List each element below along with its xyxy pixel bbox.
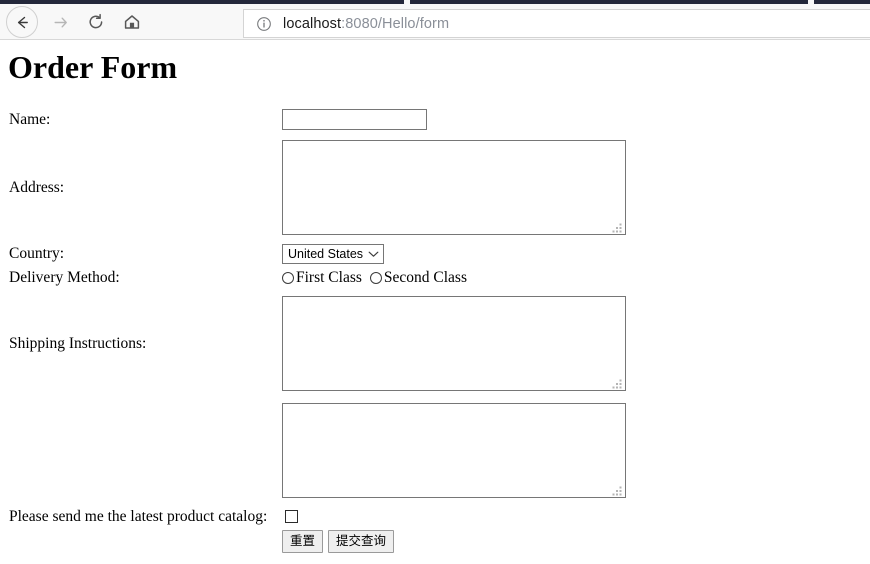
- home-icon: [123, 13, 141, 31]
- arrow-right-icon: [52, 14, 69, 31]
- form-row-extra: [0, 397, 870, 504]
- form-row-name: Name:: [0, 105, 870, 134]
- label-buttons-spacer: [0, 529, 282, 554]
- address-textarea-wrapper: [282, 140, 626, 235]
- radio-first-class[interactable]: First Class: [282, 269, 362, 287]
- navigation-controls: [6, 4, 150, 40]
- address-bar[interactable]: localhost:8080/Hello/form: [243, 9, 870, 38]
- reload-icon: [87, 13, 105, 31]
- field-name: [282, 105, 870, 134]
- form-row-delivery: Delivery Method: First Class Second Clas…: [0, 266, 870, 290]
- extra-textarea-wrapper: [282, 403, 626, 498]
- form-row-country: Country: United States: [0, 241, 870, 266]
- url-text: localhost:8080/Hello/form: [283, 16, 449, 32]
- field-extra: [282, 397, 870, 504]
- field-delivery-method: First Class Second Class: [282, 266, 870, 290]
- label-catalog: Please send me the latest product catalo…: [9, 507, 268, 525]
- radio-circle-icon[interactable]: [369, 272, 382, 284]
- reset-button[interactable]: 重置: [282, 530, 324, 553]
- form-row-buttons: 重置 提交查询: [0, 529, 870, 554]
- arrow-left-icon: [14, 14, 31, 31]
- order-form: Name: Address: Country: United States De…: [0, 105, 870, 554]
- field-shipping-instructions: [282, 290, 870, 397]
- reload-button[interactable]: [78, 4, 114, 40]
- field-country: United States: [282, 241, 870, 266]
- submit-button[interactable]: 提交查询: [328, 530, 395, 553]
- form-row-catalog: Please send me the latest product catalo…: [0, 504, 870, 529]
- delivery-method-radio-group: First Class Second Class: [282, 269, 870, 287]
- label-delivery-method: Delivery Method:: [9, 269, 120, 286]
- field-address: [282, 134, 870, 241]
- home-button[interactable]: [114, 4, 150, 40]
- catalog-checkbox[interactable]: [285, 510, 298, 524]
- shipping-textarea-wrapper: [282, 296, 626, 391]
- field-buttons: 重置 提交查询: [282, 529, 870, 554]
- info-circle-icon[interactable]: [256, 16, 272, 32]
- browser-toolbar: localhost:8080/Hello/form: [0, 4, 870, 40]
- form-row-shipping: Shipping Instructions:: [0, 290, 870, 397]
- label-extra: [0, 397, 282, 504]
- field-catalog: [282, 504, 870, 529]
- radio-circle-icon[interactable]: [282, 272, 294, 284]
- radio-second-class[interactable]: Second Class: [369, 269, 467, 287]
- url-host: localhost: [283, 15, 342, 32]
- forward-button[interactable]: [42, 4, 78, 40]
- name-input[interactable]: [282, 109, 427, 130]
- url-path: :8080/Hello/form: [341, 15, 450, 32]
- label-name: Name:: [9, 110, 51, 128]
- radio-second-class-label: Second Class: [383, 269, 467, 286]
- page-title: Order Form: [8, 49, 178, 85]
- form-actions: 重置 提交查询: [282, 530, 870, 553]
- label-address: Address:: [9, 178, 65, 196]
- page-content: Order Form Name: Address: Country: Unite…: [0, 41, 870, 564]
- label-shipping-instructions: Shipping Instructions:: [9, 334, 147, 352]
- form-row-address: Address:: [0, 134, 870, 241]
- address-textarea[interactable]: [283, 141, 625, 234]
- extra-textarea[interactable]: [283, 404, 625, 497]
- label-country: Country:: [9, 244, 65, 262]
- radio-first-class-label: First Class: [296, 269, 362, 286]
- country-select-value: United States: [288, 246, 364, 261]
- chevron-down-icon: [368, 250, 379, 258]
- back-button[interactable]: [6, 6, 38, 38]
- country-select[interactable]: United States: [282, 243, 384, 264]
- shipping-instructions-textarea[interactable]: [283, 297, 625, 390]
